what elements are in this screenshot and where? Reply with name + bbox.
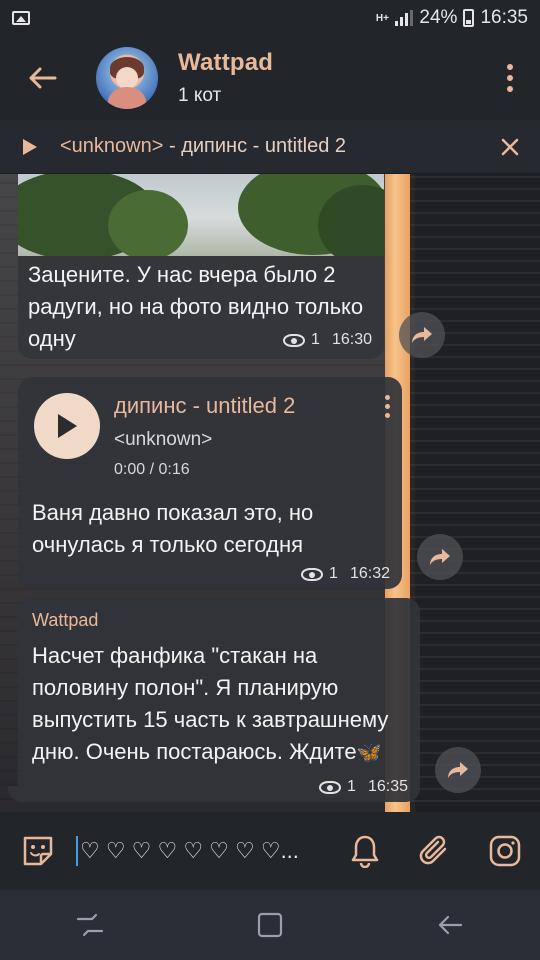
share-icon	[448, 762, 468, 778]
sticker-icon	[23, 836, 53, 866]
back-button[interactable]	[0, 36, 84, 120]
audio-player-bar: <unknown> - дипинс - untitled 2	[0, 120, 540, 174]
butterfly-emoji: 🦋	[356, 742, 382, 764]
player-play-button[interactable]	[0, 138, 60, 156]
player-performer: <unknown>	[60, 135, 164, 157]
message-meta: 1 16:30	[283, 331, 372, 349]
system-navigation-bar	[0, 890, 540, 960]
player-track-info[interactable]: <unknown> - дипинс - untitled 2	[60, 135, 480, 158]
camera-button[interactable]	[470, 812, 540, 890]
message-input-value: ♡ ♡ ♡ ♡ ♡ ♡ ♡ ♡...	[80, 838, 299, 863]
battery-icon	[463, 9, 475, 27]
back-arrow-icon	[29, 67, 57, 89]
view-count: 1	[329, 565, 338, 582]
eye-icon	[319, 780, 342, 794]
eye-icon	[283, 333, 306, 347]
audio-title: дипинс - untitled 2	[114, 393, 296, 418]
share-button[interactable]	[435, 747, 481, 793]
photo-message[interactable]: Зацените. У нас вчера было 2 радуги, но …	[18, 174, 384, 359]
attach-button[interactable]	[400, 812, 470, 890]
bell-icon	[351, 835, 379, 868]
message-meta: 1 16:32	[301, 565, 390, 583]
audio-duration: 0:00 / 0:16	[114, 461, 190, 478]
player-close-button[interactable]	[480, 120, 540, 174]
audio-play-button[interactable]	[34, 393, 100, 459]
view-count: 1	[347, 778, 356, 795]
paperclip-icon	[419, 835, 447, 865]
recents-button[interactable]	[50, 895, 130, 955]
message-photo[interactable]	[18, 174, 384, 256]
home-icon	[257, 912, 283, 938]
chat-messages[interactable]: Зацените. У нас вчера было 2 радуги, но …	[0, 174, 540, 812]
message-input[interactable]: ♡ ♡ ♡ ♡ ♡ ♡ ♡ ♡...	[76, 831, 330, 871]
share-icon	[430, 549, 450, 565]
message-text: Ваня давно показал это, но очнулась я то…	[32, 500, 314, 557]
nav-back-icon	[438, 915, 463, 935]
play-icon	[23, 138, 37, 155]
message-time: 16:30	[331, 331, 372, 348]
message-text-wrap: Насчет фанфика "стакан на половину полон…	[32, 640, 407, 769]
message-time: 16:35	[367, 778, 408, 795]
gallery-notification-icon	[12, 11, 30, 25]
avatar[interactable]	[96, 47, 158, 109]
share-icon	[412, 327, 432, 343]
nav-back-button[interactable]	[410, 895, 490, 955]
close-icon	[501, 138, 519, 155]
member-count: 1 кот	[178, 85, 222, 106]
clock: 16:35	[480, 7, 528, 28]
sender-name[interactable]: Wattpad	[32, 610, 98, 631]
player-track: дипинс - untitled 2	[181, 135, 347, 157]
silent-toggle-button[interactable]	[330, 812, 400, 890]
instagram-icon	[489, 835, 521, 867]
message-input-bar: ♡ ♡ ♡ ♡ ♡ ♡ ♡ ♡...	[0, 812, 540, 890]
eye-icon	[301, 567, 324, 581]
view-count: 1	[311, 331, 320, 348]
signal-icon	[395, 10, 414, 26]
recents-icon	[76, 913, 104, 937]
text-caret	[76, 836, 78, 866]
sticker-button[interactable]	[0, 812, 76, 890]
network-type: H+	[375, 12, 389, 24]
audio-more-icon[interactable]	[385, 395, 390, 418]
chat-header: Wattpad 1 кот	[0, 36, 540, 120]
message-text: Насчет фанфика "стакан на половину полон…	[32, 643, 389, 764]
chat-title: Wattpad	[178, 49, 274, 76]
text-message[interactable]: Wattpad Насчет фанфика "стакан на полови…	[18, 598, 420, 802]
battery-percent: 24%	[419, 7, 458, 28]
audio-message[interactable]: дипинс - untitled 2 <unknown> 0:00 / 0:1…	[18, 377, 402, 589]
player-separator: -	[163, 135, 182, 157]
message-meta: 1 16:35	[319, 778, 408, 796]
audio-performer: <unknown>	[114, 429, 213, 450]
play-icon	[58, 414, 77, 438]
share-button[interactable]	[417, 534, 463, 580]
message-time: 16:32	[349, 565, 390, 582]
share-button[interactable]	[399, 312, 445, 358]
status-bar: H+ 24% 16:35	[0, 0, 540, 36]
home-button[interactable]	[230, 895, 310, 955]
chat-title-area[interactable]: Wattpad 1 кот	[178, 49, 480, 107]
more-vert-icon[interactable]	[480, 36, 540, 120]
